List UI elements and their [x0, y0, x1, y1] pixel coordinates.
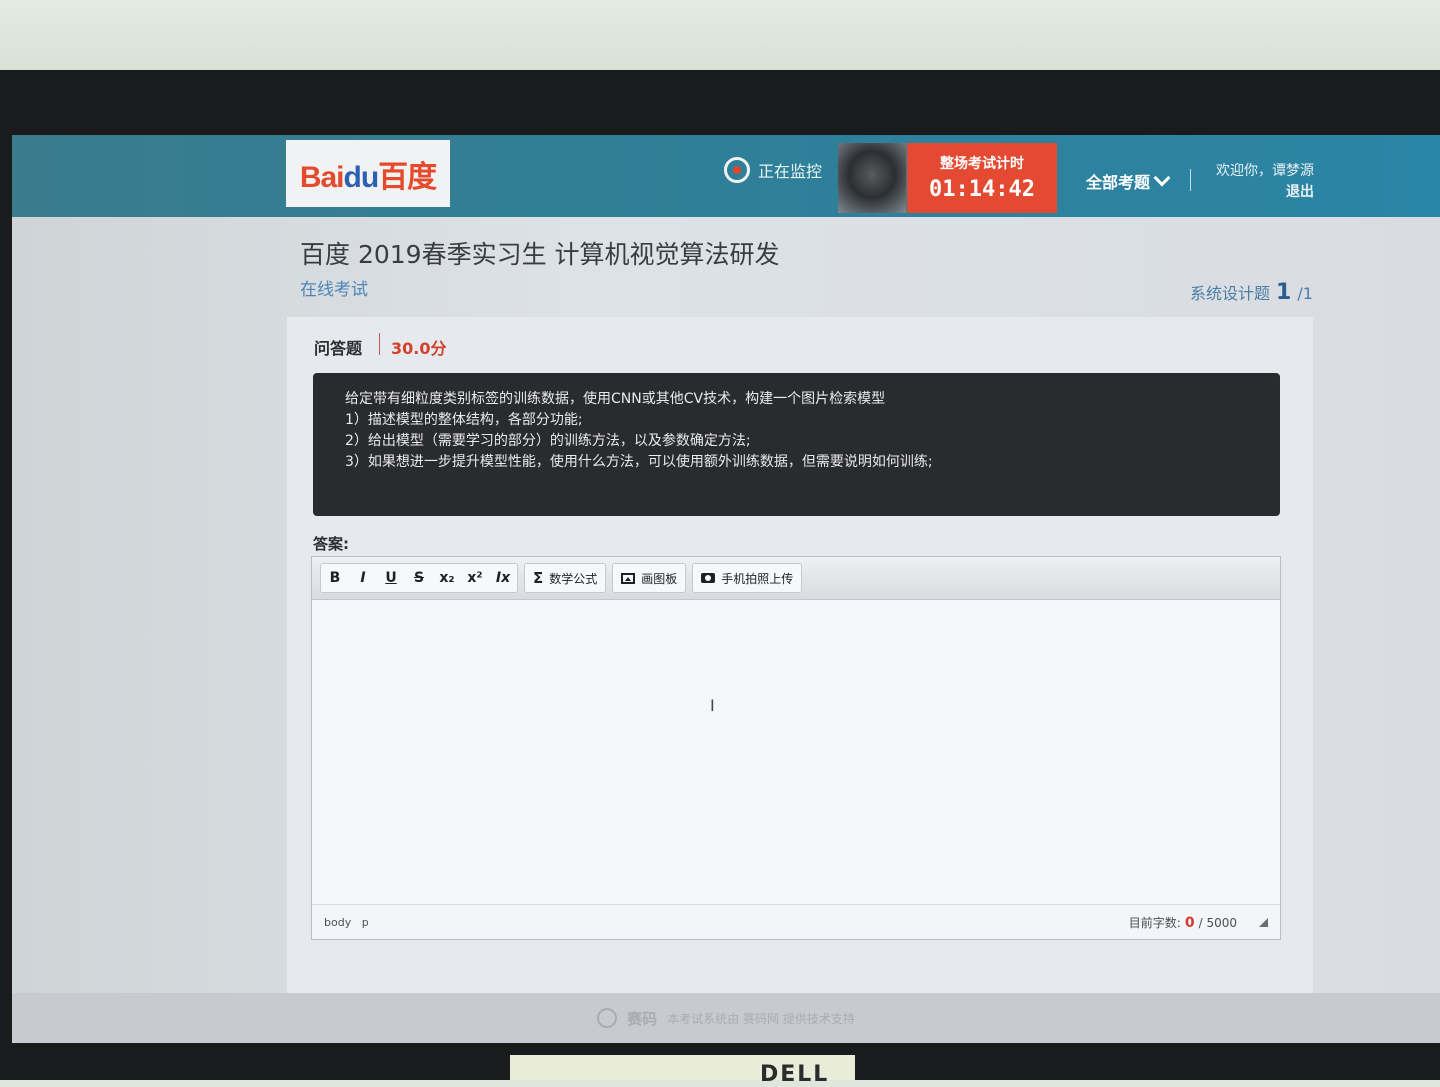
path-p[interactable]: p [362, 916, 369, 929]
strikethrough-button[interactable]: S [405, 564, 433, 592]
question-type: 问答题 [314, 339, 363, 358]
monitoring-label: 正在监控 [758, 162, 823, 181]
webcam-icon [724, 157, 750, 183]
question-index: 1 [1276, 280, 1292, 305]
answer-editor: B I U S x₂ x² Ix Σ 数学公式 画图板 手机拍照上传 I bod… [311, 556, 1281, 940]
formula-button-group: Σ 数学公式 [524, 563, 607, 593]
exam-timer: 整场考试计时 01:14:42 [907, 143, 1057, 213]
word-count: 目前字数: 0 / 5000 [1129, 914, 1268, 931]
sigma-icon: Σ [533, 569, 544, 587]
header-divider [1190, 169, 1191, 191]
question-total: /1 [1297, 284, 1313, 303]
question-panel: 问答题 30.0分 给定带有细粒度类别标签的训练数据，使用CNN或其他CV技术，… [287, 317, 1313, 1043]
camera-icon [701, 573, 716, 583]
format-button-group: B I U S x₂ x² Ix [320, 563, 518, 593]
logo-latin: Bai [299, 160, 345, 194]
type-score-divider [379, 333, 380, 355]
chevron-down-icon [1153, 169, 1171, 187]
footer-brand: 赛码 [627, 1009, 658, 1028]
resize-handle-icon[interactable] [1259, 917, 1268, 927]
question-navigator: 系统设计题 1 /1 [1190, 280, 1313, 305]
logout-link[interactable]: 退出 [1212, 182, 1314, 203]
clear-format-button[interactable]: Ix [489, 564, 517, 592]
timer-value: 01:14:42 [929, 177, 1035, 202]
underline-button[interactable]: U [377, 564, 405, 592]
section-label: 系统设计题 [1190, 284, 1271, 303]
photo-button-group: 手机拍照上传 [692, 563, 803, 593]
question-text-box: 给定带有细粒度类别标签的训练数据，使用CNN或其他CV技术，构建一个图片检索模型… [313, 373, 1280, 516]
subscript-button[interactable]: x₂ [433, 564, 461, 592]
photo-upload-button[interactable]: 手机拍照上传 [693, 564, 801, 592]
page-title: 百度 2019春季实习生 计算机视觉算法研发 [300, 240, 780, 269]
image-icon [621, 572, 636, 584]
page-subtitle: 在线考试 [300, 280, 368, 300]
all-questions-dropdown[interactable]: 全部考题 [1086, 169, 1171, 193]
word-count-value: 0 [1184, 914, 1195, 931]
timer-label: 整场考试计时 [940, 156, 1024, 172]
superscript-button[interactable]: x² [461, 564, 489, 592]
editor-toolbar: B I U S x₂ x² Ix Σ 数学公式 画图板 手机拍照上传 [312, 557, 1280, 600]
text-cursor-icon: I [710, 696, 715, 715]
webcam-preview [838, 143, 906, 213]
path-body[interactable]: body [324, 916, 351, 929]
all-questions-label: 全部考题 [1086, 173, 1151, 192]
user-area: 欢迎你，谭梦源 退出 [1212, 161, 1314, 203]
question-line: 2）给出模型（需要学习的部分）的训练方法，以及参数确定方法; [345, 433, 751, 449]
exam-screen: Baidu百度 正在监控 整场考试计时 01:14:42 全部考题 欢迎你，谭梦… [12, 135, 1440, 1043]
formula-label: 数学公式 [549, 571, 598, 586]
page-footer: 赛码 本考试系统由 赛码网 提供技术支持 [12, 993, 1440, 1043]
word-count-limit: / 5000 [1198, 915, 1237, 930]
answer-label: 答案: [313, 535, 349, 553]
logo-cn: 百度 [378, 160, 437, 194]
italic-button[interactable]: I [349, 564, 377, 592]
element-path: body p [324, 916, 369, 929]
answer-text-area[interactable]: I [312, 600, 1280, 904]
welcome-text: 欢迎你，谭梦源 [1216, 163, 1314, 179]
footer-text: 本考试系统由 赛码网 提供技术支持 [667, 1011, 855, 1026]
photo-upload-label: 手机拍照上传 [721, 571, 794, 586]
question-score: 30.0分 [391, 339, 447, 358]
top-bar: Baidu百度 正在监控 整场考试计时 01:14:42 全部考题 欢迎你，谭梦… [12, 135, 1440, 217]
bold-button[interactable]: B [321, 564, 349, 592]
monitor-brand: DELL [760, 1062, 830, 1087]
drawing-button-group: 画图板 [612, 563, 687, 593]
formula-button[interactable]: Σ 数学公式 [525, 564, 605, 592]
word-count-label: 目前字数: [1128, 915, 1181, 930]
baidu-logo[interactable]: Baidu百度 [286, 140, 450, 207]
monitoring-status: 正在监控 [724, 157, 822, 183]
question-line: 给定带有细粒度类别标签的训练数据，使用CNN或其他CV技术，构建一个图片检索模型 [345, 391, 886, 407]
question-line: 1）描述模型的整体结构，各部分功能; [345, 412, 583, 428]
saima-logo-icon [597, 1008, 618, 1028]
editor-status-bar: body p 目前字数: 0 / 5000 [312, 904, 1280, 939]
drawing-board-button[interactable]: 画图板 [613, 564, 685, 592]
question-line: 3）如果想进一步提升模型性能，使用什么方法，可以使用额外训练数据，但需要说明如何… [345, 454, 933, 470]
drawing-board-label: 画图板 [641, 571, 678, 586]
logo-du: du [343, 160, 380, 194]
